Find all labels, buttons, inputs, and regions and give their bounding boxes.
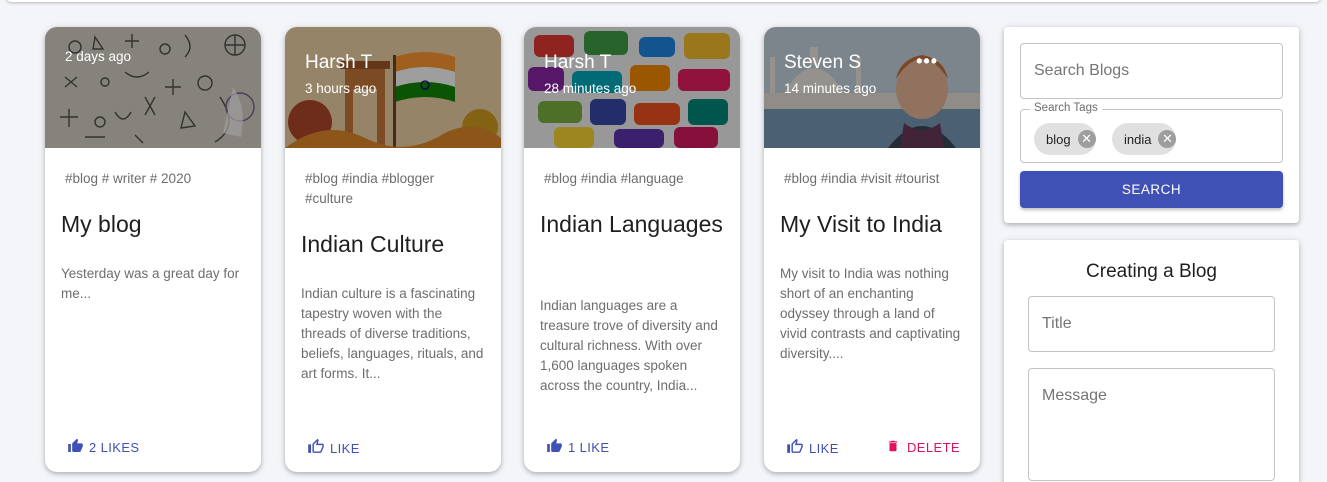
app-bar [6,0,1321,2]
post-image: Steven S 14 minutes ago ••• [764,27,980,148]
post-message: My visit to India was nothing short of a… [780,266,961,361]
thumb-up-outline-icon [786,438,804,458]
post-card[interactable]: Harsh T 28 minutes ago #blog #india #lan… [524,27,740,472]
post-author: Harsh T [544,52,612,73]
like-button[interactable]: 1 LIKE [546,438,609,457]
post-image: 2 days ago [45,27,261,148]
tag-chip-blog[interactable]: blog ✕ [1034,123,1096,155]
search-tags-field[interactable]: Search Tags blog ✕ india ✕ [1020,102,1283,163]
post-message: Indian languages are a treasure trove of… [540,298,718,393]
like-label: LIKE [330,440,360,456]
like-button[interactable]: 2 LIKES [67,438,140,457]
post-image: Harsh T 28 minutes ago [524,27,740,148]
post-title: Indian Languages [540,211,723,237]
post-title: Indian Culture [301,231,445,257]
post-message: Yesterday was a great day for me... [61,266,240,301]
post-author: Harsh T [305,52,373,73]
search-placeholder: Search Blogs [1034,62,1130,79]
message-placeholder: Message [1042,387,1107,404]
search-input[interactable]: Search Blogs [1020,43,1283,99]
post-card[interactable]: Harsh T 3 hours ago #blog #india #blogge… [285,27,501,472]
more-options-icon[interactable]: ••• [916,51,938,72]
like-button[interactable]: LIKE [307,438,360,458]
chip-label: blog [1046,131,1071,147]
post-card[interactable]: 2 days ago #blog # writer # 2020 My blog… [45,27,261,472]
title-placeholder: Title [1042,315,1072,332]
chip-remove-icon[interactable]: ✕ [1158,130,1177,148]
trash-icon [886,438,900,457]
post-tags: #blog #india #visit #tourist [784,171,940,186]
like-label: LIKE [809,440,839,456]
post-image: Harsh T 3 hours ago [285,27,501,148]
like-button[interactable]: LIKE [786,438,839,458]
post-tags: #blog #india #language [544,171,684,186]
title-field[interactable]: Title [1028,296,1275,352]
delete-button[interactable]: DELETE [886,438,960,457]
like-label: 2 LIKES [89,440,140,455]
tag-chip-india[interactable]: india ✕ [1112,123,1177,155]
post-author: Steven S [784,52,862,73]
delete-label: DELETE [907,440,960,455]
post-time: 14 minutes ago [784,81,877,96]
post-tags: #blog #india #blogger #culture [305,171,435,206]
post-card[interactable]: Steven S 14 minutes ago ••• #blog #india… [764,27,980,472]
post-time: 3 hours ago [305,81,377,96]
chip-label: india [1124,131,1152,147]
create-blog-panel: Creating a Blog Title Message [1004,240,1299,482]
search-button[interactable]: SEARCH [1020,171,1283,208]
thumb-up-filled-icon [546,438,563,457]
create-blog-heading: Creating a Blog [1086,261,1217,282]
message-field[interactable]: Message [1028,368,1275,481]
post-message: Indian culture is a fascinating tapestry… [301,286,484,381]
search-tags-label: Search Tags [1030,102,1102,114]
search-panel: Search Blogs Search Tags blog ✕ india ✕ … [1004,27,1299,223]
thumb-up-outline-icon [307,438,325,458]
post-time: 2 days ago [65,49,132,64]
post-tags: #blog # writer # 2020 [65,171,192,186]
post-title: My blog [61,211,142,237]
chip-remove-icon[interactable]: ✕ [1077,130,1096,148]
post-title: My Visit to India [780,211,942,237]
post-time: 28 minutes ago [544,81,637,96]
like-label: 1 LIKE [568,440,610,455]
thumb-up-filled-icon [67,438,84,457]
